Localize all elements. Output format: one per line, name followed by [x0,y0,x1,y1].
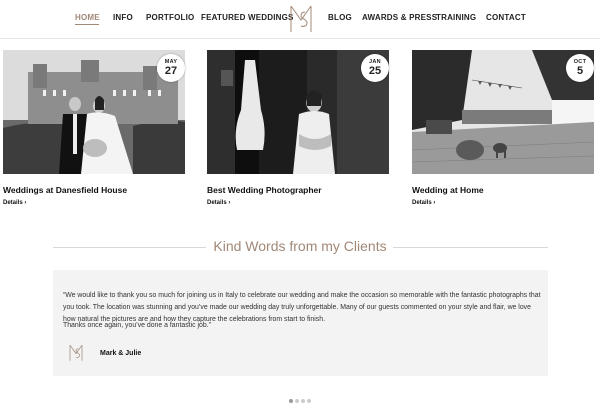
slider-pagination [289,390,313,408]
nav-home[interactable]: HOME [75,13,100,22]
post-title[interactable]: Best Wedding Photographer [207,185,322,195]
details-link[interactable]: Details › [207,200,230,206]
date-day: 27 [164,65,178,77]
section-title: Kind Words from my Clients [213,238,387,254]
nav-contact[interactable]: CONTACT [486,13,526,22]
main-nav: HOME INFO PORTFOLIO FEATURED WEDDINGS BL… [0,0,600,39]
nav-active-underline [75,24,99,25]
date-badge: JAN 25 [361,54,389,82]
nav-awards-press[interactable]: AWARDS & PRESS [362,13,437,22]
ms-monogram-icon[interactable] [288,4,314,34]
date-day: 5 [576,65,584,77]
section-divider-right [393,247,548,248]
details-link[interactable]: Details › [3,200,26,206]
testimonial-box: “We would like to thank you so much for … [53,270,548,376]
ms-monogram-icon [69,344,83,361]
testimonial-author: Mark & Julie [100,350,142,357]
nav-info[interactable]: INFO [113,13,133,22]
nav-portfolio[interactable]: PORTFOLIO [146,13,194,22]
date-badge: MAY 27 [157,54,185,82]
testimonial-quote-closing: Thanks once again, you’ve done a fantast… [63,322,211,329]
nav-featured-weddings[interactable]: FEATURED WEDDINGS [201,13,294,22]
post-title[interactable]: Wedding at Home [412,185,484,195]
date-badge: OCT 5 [566,54,594,82]
date-day: 25 [368,65,382,77]
nav-blog[interactable]: BLOG [328,13,352,22]
post-title[interactable]: Weddings at Danesfield House [3,185,127,195]
details-link[interactable]: Details › [412,200,435,206]
nav-training[interactable]: TRAINING [436,13,476,22]
